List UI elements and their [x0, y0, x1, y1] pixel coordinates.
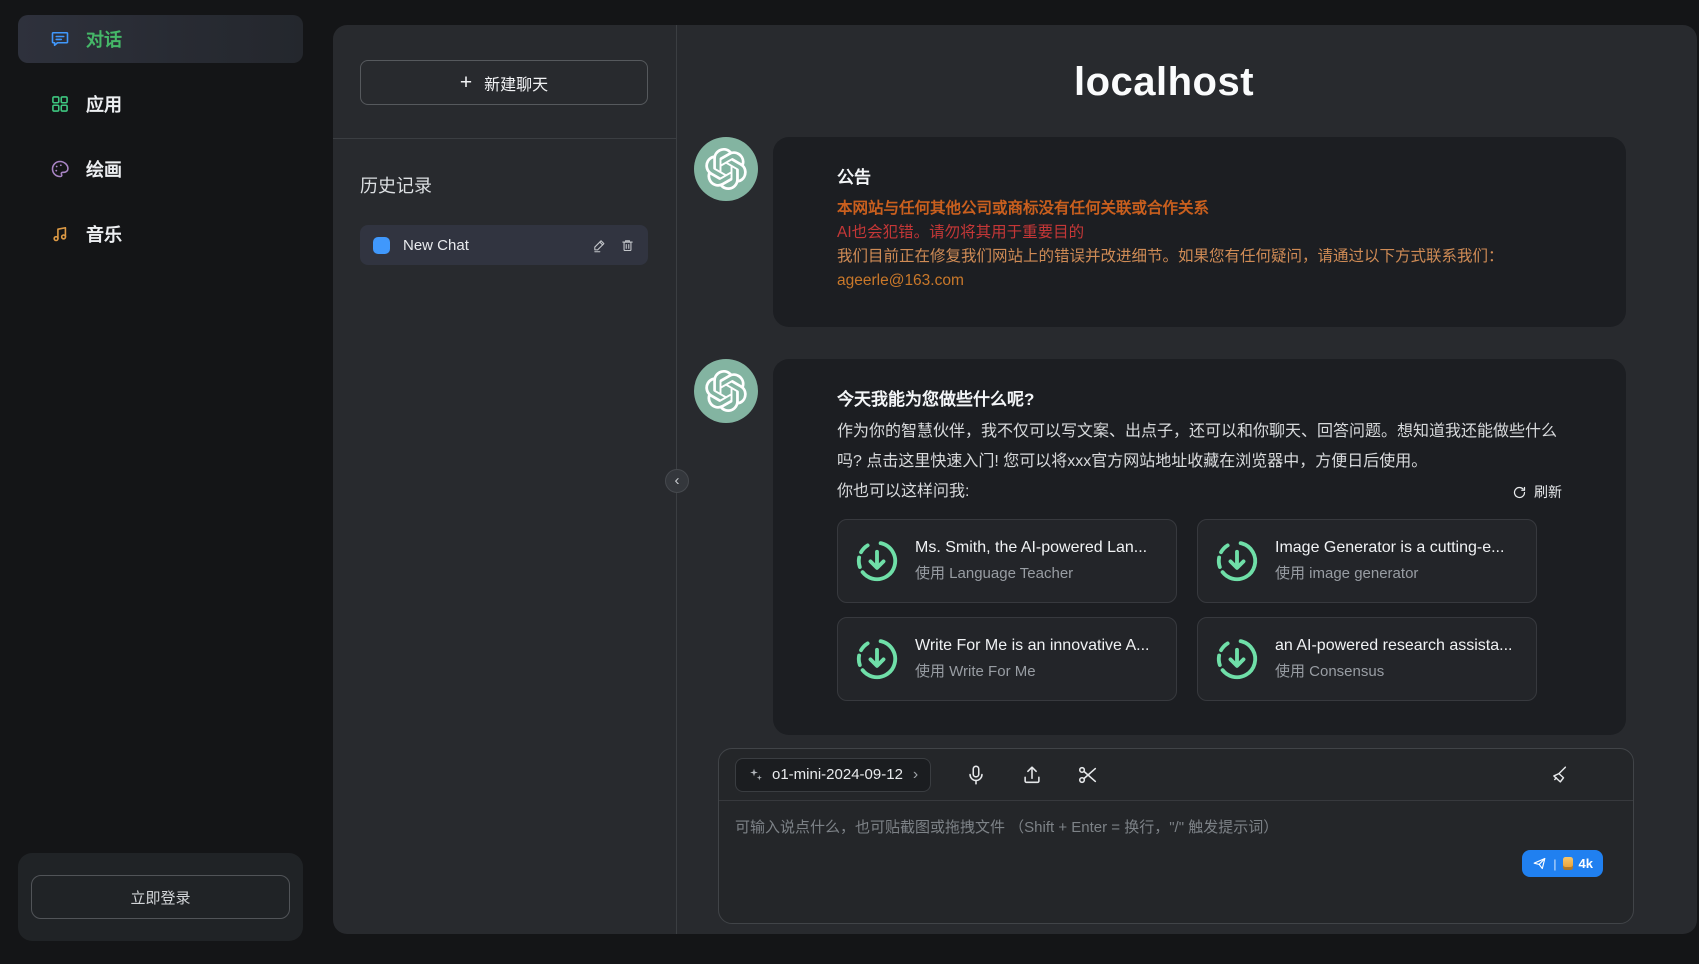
sidebar: 对话 应用 绘画 音乐 立即登录 [0, 0, 333, 964]
login-card: 立即登录 [18, 853, 303, 941]
message-bubble: 今天我能为您做些什么呢? 作为你的智慧伙伴，我不仅可以写文案、出点子，还可以和你… [773, 359, 1626, 735]
edit-icon[interactable] [592, 238, 607, 253]
arrow-down-circle-icon [854, 538, 900, 584]
composer-body: | 4k [719, 801, 1633, 923]
chat-history-item[interactable]: New Chat [360, 225, 648, 265]
suggestion-title: Ms. Smith, the AI-powered Lan... [915, 539, 1147, 557]
chevron-right-icon: › [913, 766, 918, 784]
sidebar-item-label: 应用 [86, 91, 122, 117]
ask-label: 你也可以这样问我: [837, 477, 969, 507]
composer-toolbar: o1-mini-2024-09-12 › [719, 749, 1633, 801]
chat-area: localhost 公告 本网站与任何其他公司或商标没有任何关联或合作关系 AI… [677, 25, 1697, 934]
chevron-left-icon: ‹ [675, 472, 680, 489]
sidebar-item-label: 绘画 [86, 156, 122, 182]
contact-email-link[interactable]: ageerle@163.com [837, 269, 1562, 293]
announcement-line: AI也会犯错。请勿将其用于重要目的 [837, 221, 1562, 245]
chat-item-icon [373, 237, 390, 254]
greeting-heading: 今天我能为您做些什么呢? [837, 385, 1562, 410]
scissors-icon [1077, 764, 1099, 786]
arrow-down-circle-icon [854, 636, 900, 682]
suggestion-title: an AI-powered research assista... [1275, 637, 1512, 655]
main-panel: + 新建聊天 历史记录 New Chat ‹ localhost [333, 25, 1697, 934]
collapse-sidebar-button[interactable]: ‹ [665, 469, 689, 493]
sidebar-item-label: 音乐 [86, 221, 122, 247]
suggestion-card[interactable]: Image Generator is a cutting-e... 使用 ima… [1197, 519, 1537, 603]
refresh-button[interactable]: 刷新 [1512, 482, 1562, 502]
announcement-line: 本网站与任何其他公司或商标没有任何关联或合作关系 [837, 197, 1562, 221]
suggestion-subtitle: 使用 Language Teacher [915, 562, 1147, 583]
palette-icon [50, 159, 70, 179]
refresh-label: 刷新 [1534, 482, 1562, 502]
plus-icon: + [460, 72, 472, 93]
avatar [694, 137, 758, 201]
refresh-icon [1512, 485, 1527, 500]
suggestion-grid: Ms. Smith, the AI-powered Lan... 使用 Lang… [837, 519, 1562, 701]
divider [333, 138, 676, 139]
suggestion-card[interactable]: Write For Me is an innovative A... 使用 Wr… [837, 617, 1177, 701]
suggestion-subtitle: 使用 Write For Me [915, 660, 1149, 681]
suggestion-subtitle: 使用 image generator [1275, 562, 1504, 583]
send-button[interactable]: | 4k [1522, 850, 1603, 877]
upload-button[interactable] [1021, 764, 1043, 786]
new-chat-button[interactable]: + 新建聊天 [360, 60, 648, 105]
history-heading: 历史记录 [360, 172, 648, 198]
chatgpt-logo-icon [705, 148, 747, 190]
new-chat-label: 新建聊天 [484, 71, 548, 95]
message-input[interactable] [719, 801, 1633, 923]
suggestion-subtitle: 使用 Consensus [1275, 660, 1512, 681]
sidebar-item-chat[interactable]: 对话 [18, 15, 303, 63]
clear-broom-button[interactable] [1547, 764, 1569, 786]
sidebar-item-drawing[interactable]: 绘画 [18, 145, 303, 193]
token-coin-icon [1563, 857, 1573, 870]
login-button[interactable]: 立即登录 [31, 875, 290, 919]
token-count-badge: 4k [1579, 856, 1593, 871]
suggestion-card[interactable]: an AI-powered research assista... 使用 Con… [1197, 617, 1537, 701]
chat-bubble-icon [50, 29, 70, 49]
microphone-button[interactable] [965, 764, 987, 786]
chatgpt-logo-icon [705, 370, 747, 412]
microphone-icon [965, 764, 987, 786]
avatar [694, 359, 758, 423]
arrow-down-circle-icon [1214, 538, 1260, 584]
model-selector[interactable]: o1-mini-2024-09-12 › [735, 758, 931, 792]
suggestion-card[interactable]: Ms. Smith, the AI-powered Lan... 使用 Lang… [837, 519, 1177, 603]
delete-icon[interactable] [620, 238, 635, 253]
scissors-button[interactable] [1077, 764, 1099, 786]
announcement-heading: 公告 [837, 163, 1562, 188]
suggestion-title: Write For Me is an innovative A... [915, 637, 1149, 655]
apps-grid-icon [50, 94, 70, 114]
message-bubble: 公告 本网站与任何其他公司或商标没有任何关联或合作关系 AI也会犯错。请勿将其用… [773, 137, 1626, 327]
message-announcement: 公告 本网站与任何其他公司或商标没有任何关联或合作关系 AI也会犯错。请勿将其用… [694, 137, 1634, 327]
paper-plane-icon [1532, 856, 1547, 871]
suggestion-title: Image Generator is a cutting-e... [1275, 539, 1504, 557]
sidebar-item-label: 对话 [86, 26, 122, 52]
upload-icon [1021, 764, 1043, 786]
chat-history-panel: + 新建聊天 历史记录 New Chat [333, 25, 677, 934]
composer: o1-mini-2024-09-12 › [718, 748, 1634, 924]
music-note-icon [50, 224, 70, 244]
model-name: o1-mini-2024-09-12 [772, 766, 903, 783]
greeting-body: 作为你的智慧伙伴，我不仅可以写文案、出点子，还可以和你聊天、回答问题。想知道我还… [837, 417, 1562, 477]
send-separator: | [1553, 857, 1556, 871]
chat-item-title: New Chat [403, 237, 579, 254]
announcement-line: 我们目前正在修复我们网站上的错误并改进细节。如果您有任何疑问，请通过以下方式联系… [837, 245, 1562, 269]
sidebar-item-music[interactable]: 音乐 [18, 210, 303, 258]
sidebar-item-apps[interactable]: 应用 [18, 80, 303, 128]
sparkle-icon [748, 767, 764, 783]
arrow-down-circle-icon [1214, 636, 1260, 682]
message-greeting: 今天我能为您做些什么呢? 作为你的智慧伙伴，我不仅可以写文案、出点子，还可以和你… [694, 359, 1634, 735]
broom-icon [1547, 764, 1569, 786]
page-title: localhost [694, 60, 1634, 105]
chat-item-actions [592, 238, 635, 253]
